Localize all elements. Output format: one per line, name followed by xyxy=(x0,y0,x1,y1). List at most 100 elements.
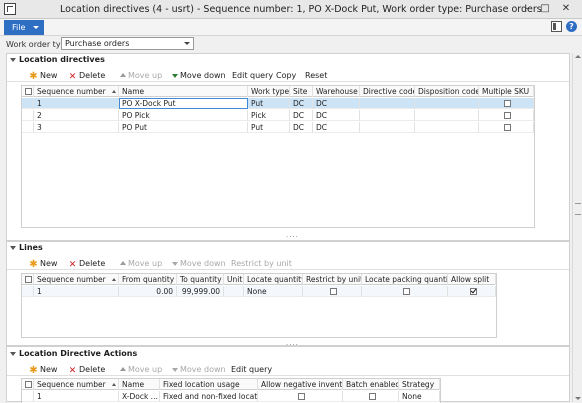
cell-to-quantity[interactable]: 99,999.00 xyxy=(177,286,224,297)
app-icon[interactable] xyxy=(4,3,16,15)
scroll-up-icon[interactable] xyxy=(575,55,581,58)
file-menu-button[interactable]: File xyxy=(4,20,44,35)
cell-name[interactable]: PO X-Dock Put xyxy=(119,98,248,109)
row-select[interactable] xyxy=(22,98,34,109)
cell-disposition-code[interactable] xyxy=(415,110,479,121)
col-allow-split[interactable]: Allow split xyxy=(448,274,496,285)
cell-fixed-location-usage[interactable]: Fixed and non-fixed locations xyxy=(160,391,258,402)
checkbox[interactable] xyxy=(504,100,511,107)
cell-sequence[interactable]: 1 xyxy=(34,98,119,109)
cell-site[interactable]: DC xyxy=(290,110,313,121)
col-name[interactable]: Name xyxy=(119,379,160,390)
cell-work-type[interactable]: Pick xyxy=(248,110,290,121)
checkbox[interactable] xyxy=(504,112,511,119)
vertical-scrollbar[interactable] xyxy=(572,53,582,402)
col-fixed-location-usage[interactable]: Fixed location usage xyxy=(160,379,258,390)
cell-sequence[interactable]: 1 xyxy=(34,286,119,297)
cell-multiple-sku[interactable] xyxy=(479,110,534,121)
cell-warehouse[interactable]: DC xyxy=(313,110,360,121)
layout-icon[interactable] xyxy=(551,21,562,32)
col-work-type[interactable]: Work type xyxy=(248,86,290,97)
edit-query-button[interactable]: Edit query xyxy=(232,70,273,81)
select-all-checkbox[interactable] xyxy=(22,274,34,285)
checkbox[interactable] xyxy=(25,276,32,283)
cell-work-type[interactable]: Put xyxy=(248,122,290,133)
col-to-quantity[interactable]: To quantity xyxy=(177,274,224,285)
cell-name[interactable]: PO Put xyxy=(119,122,248,133)
move-down-button[interactable]: Move down xyxy=(171,70,226,81)
cell-locate-quantity[interactable]: None xyxy=(244,286,303,297)
cell-disposition-code[interactable] xyxy=(415,98,479,109)
checkbox[interactable] xyxy=(330,288,337,295)
cell-strategy[interactable]: None xyxy=(399,391,440,402)
col-multiple-sku[interactable]: Multiple SKU xyxy=(479,86,534,97)
table-row[interactable]: 1 PO X-Dock Put Put DC DC xyxy=(22,98,534,109)
col-strategy[interactable]: Strategy xyxy=(399,379,440,390)
cell-allow-negative-inventory[interactable] xyxy=(258,391,343,402)
row-select[interactable] xyxy=(22,122,34,133)
cell-disposition-code[interactable] xyxy=(415,122,479,133)
checkbox-checked[interactable] xyxy=(469,288,477,295)
cell-work-type[interactable]: Put xyxy=(248,98,290,109)
maximize-icon[interactable]: □ xyxy=(538,2,552,16)
location-directive-actions-header[interactable]: Location Directive Actions xyxy=(7,348,569,360)
cell-sequence[interactable]: 3 xyxy=(34,122,119,133)
work-order-type-select[interactable]: Purchase orders xyxy=(61,37,194,50)
col-locate-quantity[interactable]: Locate quantity xyxy=(244,274,303,285)
col-sequence-number[interactable]: Sequence number xyxy=(34,86,119,97)
cell-warehouse[interactable]: DC xyxy=(313,98,360,109)
move-up-button[interactable]: Move up xyxy=(119,258,162,269)
reset-button[interactable]: Reset xyxy=(305,70,327,81)
move-down-button[interactable]: Move down xyxy=(171,258,226,269)
delete-button[interactable]: ✕ Delete xyxy=(68,364,106,376)
new-button[interactable]: ✱ New xyxy=(29,364,57,376)
scroll-thumb[interactable] xyxy=(575,203,581,215)
close-icon[interactable]: ✕ xyxy=(559,2,573,16)
cell-site[interactable]: DC xyxy=(290,122,313,133)
table-row[interactable]: 2 PO Pick Pick DC DC xyxy=(22,110,534,121)
col-locate-packing-quantity[interactable]: Locate packing quantity xyxy=(362,274,448,285)
cell-restrict-by-unit[interactable] xyxy=(303,286,362,297)
row-select[interactable] xyxy=(22,286,34,297)
cell-sequence[interactable]: 2 xyxy=(34,110,119,121)
checkbox[interactable] xyxy=(402,288,410,295)
checkbox[interactable] xyxy=(25,381,32,388)
checkbox[interactable] xyxy=(504,124,511,131)
col-allow-negative-inventory[interactable]: Allow negative inventory xyxy=(258,379,343,390)
col-sequence-number[interactable]: Sequence number xyxy=(34,379,119,390)
col-name[interactable]: Name xyxy=(119,86,248,97)
col-restrict-by-unit[interactable]: Restrict by unit xyxy=(303,274,362,285)
move-up-button[interactable]: Move up xyxy=(119,364,162,375)
cell-sequence[interactable]: 1 xyxy=(34,391,119,402)
table-row[interactable]: 3 PO Put Put DC DC xyxy=(22,122,534,133)
lines-header[interactable]: Lines xyxy=(7,242,569,254)
minimize-icon[interactable]: – xyxy=(520,2,534,16)
col-disposition-code[interactable]: Disposition code xyxy=(415,86,479,97)
col-warehouse[interactable]: Warehouse xyxy=(313,86,360,97)
cell-directive-code[interactable] xyxy=(360,122,415,133)
move-down-button[interactable]: Move down xyxy=(171,364,226,375)
scroll-down-icon[interactable] xyxy=(575,397,581,400)
checkbox[interactable] xyxy=(298,393,305,400)
cell-locate-packing-quantity[interactable] xyxy=(362,286,448,297)
row-select[interactable] xyxy=(22,391,34,402)
copy-button[interactable]: Copy xyxy=(276,70,296,81)
cell-unit[interactable] xyxy=(224,286,244,297)
select-all-checkbox[interactable] xyxy=(22,86,34,97)
col-site[interactable]: Site xyxy=(290,86,313,97)
col-batch-enabled[interactable]: Batch enabled xyxy=(343,379,399,390)
cell-directive-code[interactable] xyxy=(360,110,415,121)
splitter-grip[interactable]: .... xyxy=(286,340,298,347)
checkbox[interactable] xyxy=(368,393,376,400)
cell-batch-enabled[interactable] xyxy=(343,391,399,402)
row-select[interactable] xyxy=(22,110,34,121)
edit-query-button[interactable]: Edit query xyxy=(231,364,272,375)
cell-allow-split[interactable] xyxy=(448,286,496,297)
cell-warehouse[interactable]: DC xyxy=(313,122,360,133)
delete-button[interactable]: ✕ Delete xyxy=(68,258,106,270)
select-all-checkbox[interactable] xyxy=(22,379,34,390)
cell-multiple-sku[interactable] xyxy=(479,98,534,109)
splitter-grip[interactable]: .... xyxy=(286,232,298,239)
col-unit[interactable]: Unit xyxy=(224,274,244,285)
new-button[interactable]: ✱ New xyxy=(29,70,57,82)
